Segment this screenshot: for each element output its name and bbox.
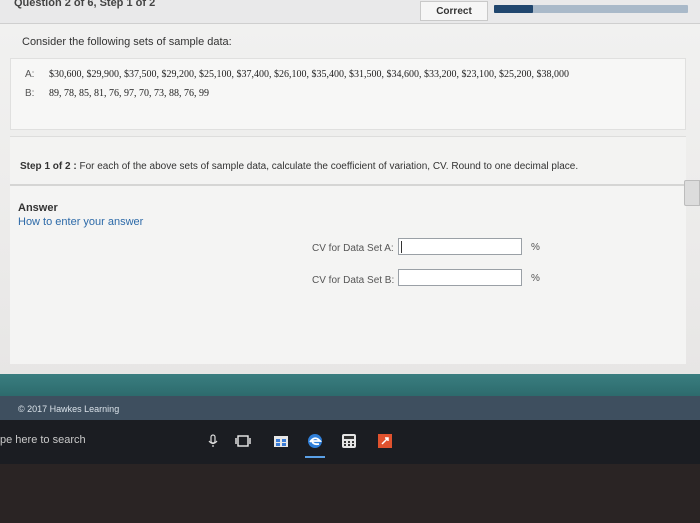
- step-label: Step 1 of 2 :: [20, 161, 77, 172]
- data-set-b-label: B:: [25, 88, 35, 99]
- app-icon[interactable]: [372, 428, 398, 454]
- answer-heading: Answer: [18, 202, 58, 214]
- cv-b-label: CV for Data Set B:: [312, 275, 395, 286]
- task-view-icon[interactable]: [230, 428, 256, 454]
- progress-bar-fill: [494, 5, 533, 13]
- teal-band: [0, 374, 700, 396]
- active-app-underline: [305, 456, 325, 458]
- microphone-icon[interactable]: [200, 428, 226, 454]
- step-instructions-box: Step 1 of 2 : For each of the above sets…: [10, 136, 686, 184]
- intro-text: Consider the following sets of sample da…: [22, 36, 232, 48]
- side-panel-tab[interactable]: [684, 180, 700, 206]
- page-footer: © 2017 Hawkes Learning: [0, 396, 700, 420]
- desk-background: [0, 464, 700, 523]
- windows-taskbar: pe here to search: [0, 420, 700, 464]
- cv-a-input[interactable]: [398, 238, 522, 255]
- edge-icon[interactable]: [302, 428, 328, 458]
- cv-a-label: CV for Data Set A:: [312, 243, 394, 254]
- store-icon[interactable]: [268, 428, 294, 454]
- cv-b-percent-sign: %: [531, 273, 540, 284]
- copyright-text: © 2017 Hawkes Learning: [18, 404, 120, 414]
- answer-section: Answer How to enter your answer CV for D…: [10, 184, 686, 364]
- how-to-enter-answer-link[interactable]: How to enter your answer: [18, 216, 143, 228]
- sample-data-box: A: $30,600, $29,900, $37,500, $29,200, $2…: [10, 58, 686, 130]
- data-set-a-row: A: $30,600, $29,900, $37,500, $29,200, $2…: [25, 69, 569, 80]
- cv-b-input[interactable]: [398, 269, 522, 286]
- step-description: For each of the above sets of sample dat…: [79, 161, 579, 172]
- step-instructions: Step 1 of 2 : For each of the above sets…: [20, 161, 578, 172]
- data-set-b-row: B: 89, 78, 85, 81, 76, 97, 70, 73, 88, 76…: [25, 88, 209, 99]
- data-set-a-values: $30,600, $29,900, $37,500, $29,200, $25,…: [49, 69, 569, 80]
- data-set-b-values: 89, 78, 85, 81, 76, 97, 70, 73, 88, 76, …: [49, 88, 209, 99]
- question-step-label: Question 2 of 6, Step 1 of 2: [14, 0, 156, 9]
- progress-bar: [494, 5, 688, 13]
- question-page: Consider the following sets of sample da…: [0, 24, 700, 374]
- cv-a-percent-sign: %: [531, 242, 540, 253]
- correct-status-button[interactable]: Correct: [420, 1, 488, 21]
- data-set-a-label: A:: [25, 69, 35, 80]
- taskbar-search-box[interactable]: pe here to search: [0, 434, 86, 446]
- text-caret: [401, 241, 402, 253]
- calculator-icon[interactable]: [336, 428, 362, 454]
- top-status-bar: Question 2 of 6, Step 1 of 2 Correct: [0, 0, 700, 24]
